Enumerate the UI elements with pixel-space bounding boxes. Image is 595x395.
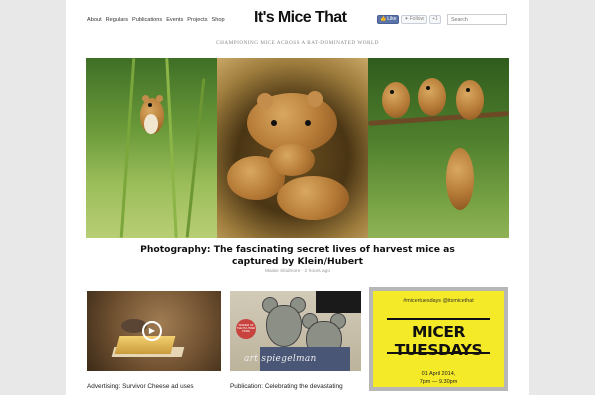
promo-time: 7pm — 9.30pm (419, 379, 458, 385)
micer-tuesdays-promo[interactable]: #micertuesdays @itsmicethat MICER TUESDA… (369, 287, 508, 391)
feature-image[interactable] (86, 58, 509, 238)
plus-one-label: +1 (432, 16, 438, 22)
photo-mice-in-nest (217, 58, 368, 238)
tagline: CHAMPIONING MICE ACROSS A RAT-DOMINATED … (216, 40, 379, 46)
nav-publications[interactable]: Publications (132, 17, 162, 23)
nav-regulars[interactable]: Regulars (106, 17, 128, 23)
thumbs-up-icon: 👍 (380, 16, 387, 22)
feature-headline[interactable]: Photography: The fascinating secret live… (126, 244, 469, 267)
advert-caption[interactable]: Advertising: Survivor Cheese ad uses (87, 383, 194, 390)
promo-hashtag: #micertuesdays @itsmicethat (403, 298, 474, 304)
page: About Regulars Publications Events Proje… (66, 0, 529, 395)
nav-events[interactable]: Events (166, 17, 183, 23)
publication-caption[interactable]: Publication: Celebrating the devastating (230, 383, 343, 390)
facebook-like-button[interactable]: 👍 Like (377, 15, 400, 24)
social-buttons: 👍 Like ✦ Follow +1 (377, 15, 441, 24)
pulitzer-badge: WINNER OF THE PULITZER PRIZE (236, 319, 256, 339)
nav-projects[interactable]: Projects (187, 17, 207, 23)
google-plus-button[interactable]: +1 (429, 15, 441, 24)
photo-mice-on-branch (368, 58, 509, 238)
main-nav: About Regulars Publications Events Proje… (87, 17, 225, 23)
advert-card-image[interactable]: ▶ (87, 291, 221, 371)
photo-mouse-on-stem (86, 58, 217, 238)
play-icon[interactable]: ▶ (142, 321, 162, 341)
follow-label: Follow (409, 16, 425, 22)
nav-about[interactable]: About (87, 17, 102, 23)
promo-title: MICER TUESDAYS (394, 323, 483, 359)
twitter-bird-icon: ✦ (404, 16, 409, 22)
feature-byline: Maisie Skidmore · 2 hours ago (264, 269, 331, 274)
nav-shop[interactable]: Shop (212, 17, 225, 23)
twitter-follow-button[interactable]: ✦ Follow (401, 15, 428, 24)
publication-card-image[interactable]: WINNER OF THE PULITZER PRIZE art spiegel… (230, 291, 361, 371)
promo-date: 01 April 2014, (421, 371, 456, 377)
search-input[interactable] (447, 14, 507, 25)
book-author: art spiegelman (244, 354, 317, 364)
like-label: Like (387, 16, 397, 22)
site-logo[interactable]: It's Mice That (254, 9, 347, 27)
